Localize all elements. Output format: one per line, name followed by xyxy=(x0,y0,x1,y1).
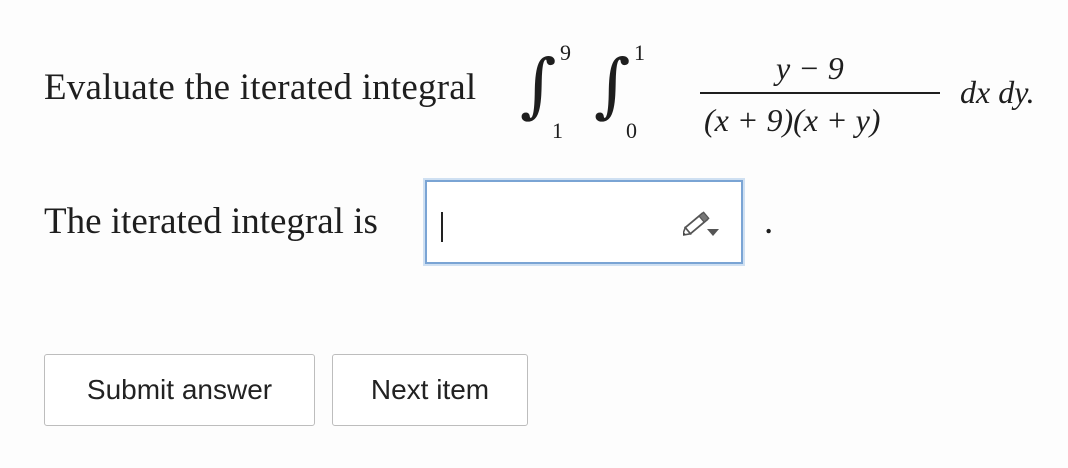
answer-trailing-period: . xyxy=(764,201,774,242)
question-block: Evaluate the iterated integral ∫ 9 1 ∫ 1… xyxy=(44,38,1054,148)
text-caret xyxy=(441,212,443,242)
integral-differentials: dx dy. xyxy=(960,74,1035,110)
answer-label: The iterated integral is xyxy=(44,201,378,242)
integral-expression: ∫ 9 1 ∫ 1 0 y − 9 (x + 9)(x + y) dx dy. xyxy=(512,38,1068,148)
inner-integral-sign: ∫ xyxy=(594,44,631,126)
next-item-button[interactable]: Next item xyxy=(332,354,528,426)
inner-upper-limit: 1 xyxy=(634,40,645,65)
outer-integral-sign: ∫ xyxy=(520,44,557,126)
integrand-numerator: y − 9 xyxy=(776,50,844,86)
pencil-icon[interactable] xyxy=(681,207,721,241)
answer-row: The iterated integral is . xyxy=(44,180,844,270)
question-prompt: Evaluate the iterated integral xyxy=(44,67,477,108)
inner-lower-limit: 0 xyxy=(626,118,637,143)
integrand-denominator: (x + 9)(x + y) xyxy=(704,102,881,138)
submit-answer-button[interactable]: Submit answer xyxy=(44,354,315,426)
action-buttons: Submit answer Next item xyxy=(44,354,544,426)
answer-input[interactable] xyxy=(425,180,743,264)
fraction-bar xyxy=(700,92,940,94)
outer-lower-limit: 1 xyxy=(552,118,563,143)
outer-upper-limit: 9 xyxy=(560,40,571,65)
